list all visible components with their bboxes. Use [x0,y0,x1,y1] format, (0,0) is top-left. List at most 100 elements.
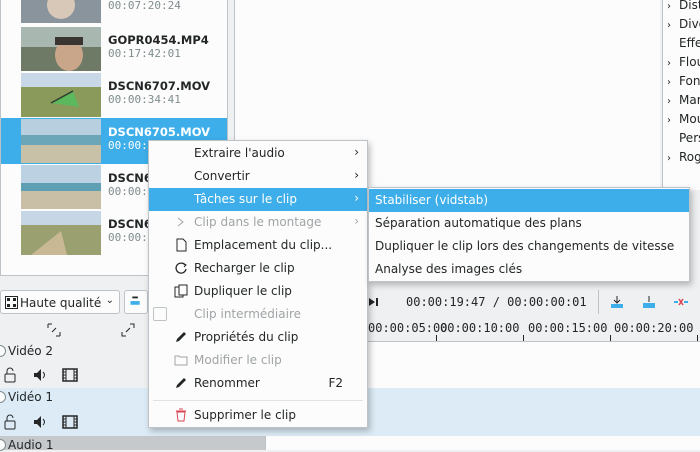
clip-thumbnail [21,165,101,209]
track-toggle[interactable] [0,345,6,357]
fit-icon[interactable] [47,323,61,337]
clip-context-menu: Extraire l'audio › Convertir › Tâches su… [148,140,368,428]
expand-arrow-icon[interactable]: › [667,153,679,164]
quality-label: Haute qualité [20,296,102,310]
insert-icon[interactable] [608,294,626,310]
menu-item-scene-split[interactable]: Séparation automatique des plans [369,212,689,235]
chevron-right-icon: › [354,145,359,159]
folder-icon [174,355,188,366]
ruler-label: 00:00:10:00 [440,321,520,335]
clip-name: DSCN6705.MOV [108,125,211,139]
audio-icon[interactable] [32,367,48,383]
effects-tree[interactable]: ›Dist ›Dive Effe ›Flou ›Fon ›Mar ›Mou Pe… [662,0,700,190]
reload-icon [175,262,187,274]
film-icon[interactable] [62,367,78,383]
expand-arrow-icon[interactable]: › [667,77,679,88]
menu-item-stabilize[interactable]: Stabiliser (vidstab) [369,189,689,212]
menu-item-proxy-clip: Clip intermédiaire [149,303,367,326]
grid-icon [5,296,18,309]
menu-item-clip-in-timeline: Clip dans le montage › [149,211,367,234]
quality-select[interactable]: Haute qualité ⌄ [0,290,120,314]
clip-item[interactable]: DSCN6707.MOV 00:00:34:41 [1,72,227,118]
ruler-label: 00:00:05:00 [368,321,448,335]
ruler-label: 00:00:20:00 [614,321,694,335]
lock-icon[interactable] [2,414,18,430]
pencil-icon [176,332,186,342]
file-icon [176,238,187,252]
chevron-down-icon: ⌄ [105,295,114,306]
track-audio1[interactable]: Audio 1 [0,436,265,452]
ruler-tick [436,335,437,341]
extract-icon[interactable] [672,294,690,310]
duplicate-icon [174,284,188,298]
clip-item[interactable]: 00:07:20:24 [1,0,227,24]
clip-thumbnail [21,211,101,255]
ruler-tick [523,335,524,341]
expand-arrow-icon[interactable]: › [667,20,679,31]
expand-arrow-icon[interactable]: › [667,96,679,107]
menu-item-rename[interactable]: Renommer F2 [149,372,367,395]
menu-item-edit-clip: Modifier le clip [149,349,367,372]
clip-name: GOPR0454.MP4 [108,33,209,47]
shortcut-label: F2 [328,376,343,390]
proxy-checkbox [153,307,167,321]
effect-category[interactable]: ›Flou [667,55,700,69]
menu-item-clip-jobs[interactable]: Tâches sur le clip › [149,188,367,211]
expand-arrow-icon[interactable]: › [667,58,679,69]
clip-duration: 00:17:42:01 [108,47,181,60]
step-forward-icon[interactable] [368,295,380,309]
clip-name: DSCN6 [108,171,152,185]
track-toggle[interactable] [0,439,6,451]
clip-duration: 00:00:34:41 [108,93,181,106]
effect-category[interactable]: ›Dive [667,17,700,31]
ruler-tick [697,335,698,341]
expand-arrow-icon[interactable]: › [667,1,679,12]
audio-icon[interactable] [32,414,48,430]
chevron-right-icon: › [354,168,359,182]
menu-item-clip-properties[interactable]: Propriétés du clip [149,326,367,349]
menu-item-delete-clip[interactable]: Supprimer le clip [149,404,367,427]
effect-category[interactable]: Pers [667,131,700,145]
track-name: Vidéo 1 [8,390,54,404]
menu-item-duplicate-speed[interactable]: Dupliquer le clip lors des changements d… [369,235,689,258]
overwrite-icon [130,296,140,305]
monitor-toolbar-button[interactable] [124,290,148,314]
menu-separator [153,400,363,401]
effect-category[interactable]: › Fon [667,74,700,88]
ruler-label: 00:00:15:00 [528,321,608,335]
track-toggle[interactable] [0,391,6,403]
timecode-display[interactable]: 00:00:19:47 / 00:00:00:01 [406,295,587,309]
clip-thumbnail [21,119,101,163]
menu-item-convert[interactable]: Convertir › [149,165,367,188]
clip-item[interactable]: GOPR0454.MP4 00:17:42:01 [1,26,227,72]
effect-category[interactable]: ›Mou [667,112,700,126]
clip-duration: 00:07:20:24 [108,0,181,12]
expand-icon[interactable] [121,323,135,337]
timeline-ruler[interactable]: 00:00:05:00 00:00:10:00 00:00:15:00 00:0… [368,318,700,342]
track-name: Vidéo 2 [8,344,54,358]
pencil-icon [176,378,186,388]
overwrite-icon[interactable] [640,294,658,310]
menu-item-clip-location[interactable]: Emplacement du clip... [149,234,367,257]
menu-item-reload-clip[interactable]: Recharger le clip [149,257,367,280]
trash-icon [176,408,186,422]
effect-category[interactable]: › Rog [667,150,700,164]
clip-name: DSCN6707.MOV [108,79,211,93]
chevron-right-icon: › [354,191,359,205]
menu-item-duplicate-clip[interactable]: Dupliquer le clip [149,280,367,303]
film-icon[interactable] [62,414,78,430]
effect-category[interactable]: › Mar [667,93,700,107]
lock-icon[interactable] [2,367,18,383]
clip-thumbnail [21,27,101,71]
chevron-right-icon: › [354,214,359,228]
clip-name: DSCN6 [108,217,152,231]
clip-thumbnail [21,0,101,23]
menu-item-extract-audio[interactable]: Extraire l'audio › [149,142,367,165]
menu-item-keyframe-analysis[interactable]: Analyse des images clés [369,258,689,281]
timeline-toolbar: 00:00:19:47 / 00:00:00:01 [368,286,700,318]
effect-category[interactable]: Effe [667,36,700,50]
chevron-right-icon [177,217,184,227]
toolbar-divider [598,290,599,314]
effect-category[interactable]: ›Dist [667,0,700,12]
expand-arrow-icon[interactable]: › [667,115,679,126]
